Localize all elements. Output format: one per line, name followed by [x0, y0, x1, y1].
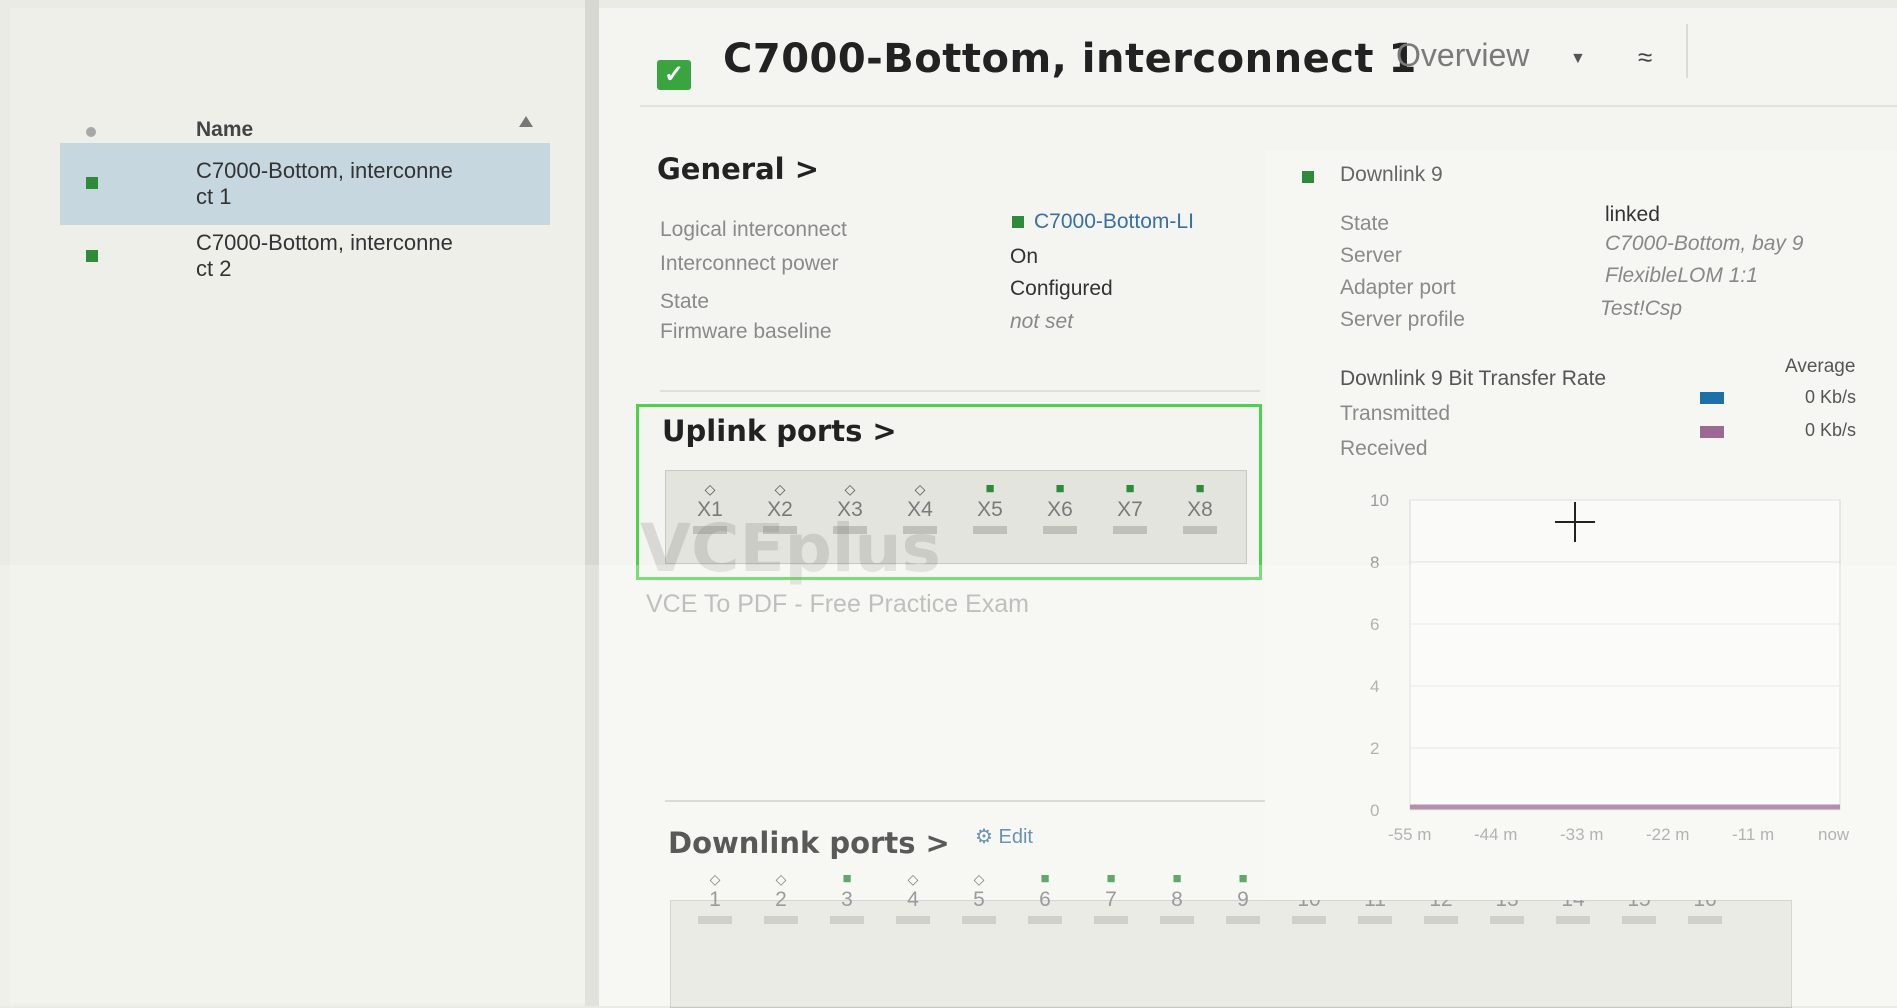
name-column-header[interactable]: Name	[196, 118, 253, 142]
port-linked-icon: ■	[985, 480, 995, 497]
uplink-port[interactable]: ■ X5	[970, 480, 1010, 534]
page-title: C7000-Bottom, interconnect 1	[723, 36, 1417, 82]
transmitted-legend-swatch	[1700, 392, 1724, 404]
status-ok-icon	[1012, 216, 1024, 228]
field-label: State	[660, 290, 710, 313]
port-unlinked-icon: ◇	[704, 481, 716, 497]
status-column-header[interactable]	[86, 127, 96, 137]
received-value: 0 Kb/s	[1805, 420, 1857, 440]
port-connector	[973, 526, 1007, 534]
field-value: linked	[1605, 203, 1660, 226]
port-detail-title: Downlink 9	[1340, 163, 1443, 186]
port-connector	[1183, 526, 1217, 534]
port-label: X8	[1187, 498, 1213, 521]
uplink-port[interactable]: ■ X7	[1110, 480, 1150, 534]
server-profile-link[interactable]: Test!Csp	[1600, 297, 1682, 321]
chevron-down-icon[interactable]: ▼	[1570, 50, 1586, 68]
field-value: FlexibleLOM 1:1	[1605, 264, 1758, 287]
port-label: X6	[1047, 498, 1073, 521]
status-ok-check-icon: ✓	[657, 60, 691, 90]
general-section-title[interactable]: General >	[657, 152, 819, 186]
y-tick-label: 10	[1370, 491, 1389, 510]
port-linked-icon: ■	[1195, 480, 1205, 497]
header-separator	[1686, 24, 1688, 78]
sort-ascending-icon[interactable]	[519, 116, 533, 127]
uplink-ports-section-title[interactable]: Uplink ports >	[662, 414, 897, 448]
received-label: Received	[1340, 437, 1428, 460]
field-value: not set	[1010, 310, 1074, 333]
field-label: State	[1340, 212, 1390, 235]
field-label: Firmware baseline	[660, 320, 832, 343]
status-ok-icon	[86, 250, 98, 262]
port-unlinked-icon: ◇	[914, 481, 926, 497]
port-unlinked-icon: ◇	[844, 481, 856, 497]
section-divider	[660, 390, 1260, 392]
status-ok-icon	[86, 177, 98, 189]
port-label: X5	[977, 498, 1003, 521]
status-ok-icon	[1302, 171, 1314, 183]
port-linked-icon: ■	[1125, 480, 1135, 497]
view-selector[interactable]: Overview	[1396, 37, 1529, 74]
field-value: Configured	[1010, 277, 1113, 300]
port-label: X7	[1117, 498, 1143, 521]
rate-title: Downlink 9 Bit Transfer Rate	[1340, 367, 1607, 390]
uplink-port[interactable]: ■ X6	[1040, 480, 1080, 534]
transmitted-value: 0 Kb/s	[1805, 387, 1857, 407]
field-value: On	[1010, 245, 1039, 268]
port-unlinked-icon: ◇	[774, 481, 786, 497]
field-label: Adapter port	[1340, 276, 1456, 299]
glare-overlay	[0, 565, 1897, 1006]
header-rule	[640, 105, 1897, 107]
list-item-interconnect-2[interactable]: C7000-Bottom, interconne ct 2	[196, 230, 546, 282]
server-link[interactable]: C7000-Bottom, bay 9	[1605, 232, 1803, 256]
received-legend-swatch	[1700, 426, 1724, 438]
port-connector	[1113, 526, 1147, 534]
transmitted-label: Transmitted	[1340, 402, 1451, 425]
logical-interconnect-link[interactable]: C7000-Bottom-LI	[1034, 210, 1194, 233]
field-label: Interconnect power	[660, 252, 839, 275]
actions-icon[interactable]: ≈	[1638, 42, 1652, 73]
field-value[interactable]: C7000-Bottom-LI	[1012, 210, 1194, 234]
list-item-interconnect-1[interactable]: C7000-Bottom, interconne ct 1	[196, 158, 546, 210]
average-label: Average	[1785, 356, 1856, 377]
field-label: Logical interconnect	[660, 218, 847, 241]
port-connector	[1043, 526, 1077, 534]
field-label: Server profile	[1340, 308, 1465, 331]
port-linked-icon: ■	[1055, 480, 1065, 497]
uplink-port[interactable]: ■ X8	[1180, 480, 1220, 534]
field-label: Server	[1340, 244, 1402, 267]
